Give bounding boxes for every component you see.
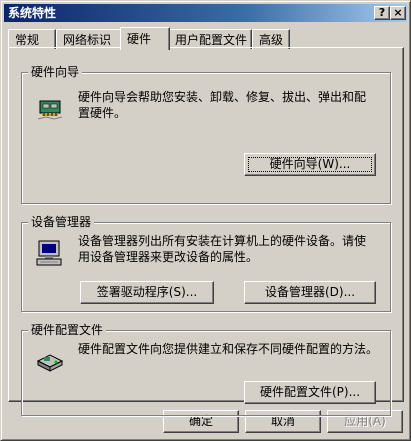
hardware-profiles-title: 硬件配置文件 bbox=[28, 323, 107, 337]
device-manager-group: 设备管理器 设备管理器列出所有安装在计算机上的硬件设备。请使 用设备管理器来更改… bbox=[21, 215, 391, 312]
hardware-profiles-button[interactable]: 硬件配置文件(P)... bbox=[244, 381, 376, 404]
device-manager-title: 设备管理器 bbox=[28, 215, 95, 229]
tab-user-profiles[interactable]: 用户配置文件 bbox=[168, 29, 252, 49]
system-properties-window: 系统特性 ? × 常规 网络标识 硬件 用户配置文件 高级 硬件向导 硬件向导会… bbox=[0, 0, 411, 441]
close-button[interactable]: × bbox=[390, 6, 406, 20]
hardware-wizard-button[interactable]: 硬件向导(W)... bbox=[244, 153, 376, 176]
help-button[interactable]: ? bbox=[374, 6, 390, 20]
device-manager-button[interactable]: 设备管理器(D)... bbox=[244, 281, 376, 304]
device-manager-description: 设备管理器列出所有安装在计算机上的硬件设备。请使 用设备管理器来更改设备的属性。 bbox=[78, 234, 367, 264]
hardware-profiles-description: 硬件配置文件向您提供建立和保存不同硬件配置的方法。 bbox=[78, 342, 379, 356]
title-bar[interactable]: 系统特性 ? × bbox=[4, 4, 407, 22]
tab-general[interactable]: 常规 bbox=[8, 29, 56, 49]
computer-icon bbox=[36, 240, 62, 266]
hardware-wizard-description: 硬件向导会帮助您安装、卸载、修复、拔出、弹出和配 置硬件。 bbox=[78, 90, 367, 120]
tab-network-id[interactable]: 网络标识 bbox=[56, 29, 122, 49]
driver-signing-button[interactable]: 签署驱动程序(S)... bbox=[80, 281, 214, 304]
hardware-wizard-icon bbox=[37, 100, 63, 120]
hardware-profile-icon bbox=[36, 354, 64, 372]
hardware-profiles-group: 硬件配置文件 硬件配置文件向您提供建立和保存不同硬件配置的方法。 硬件配置文件(… bbox=[21, 323, 391, 416]
tab-panel: 硬件向导 硬件向导会帮助您安装、卸载、修复、拔出、弹出和配 置硬件。 硬件向导(… bbox=[8, 47, 404, 416]
window-title: 系统特性 bbox=[8, 6, 57, 20]
hardware-wizard-title: 硬件向导 bbox=[28, 65, 83, 79]
tab-advanced[interactable]: 高级 bbox=[252, 29, 290, 49]
hardware-wizard-group: 硬件向导 硬件向导会帮助您安装、卸载、修复、拔出、弹出和配 置硬件。 硬件向导(… bbox=[21, 65, 391, 204]
tab-hardware[interactable]: 硬件 bbox=[120, 27, 170, 50]
